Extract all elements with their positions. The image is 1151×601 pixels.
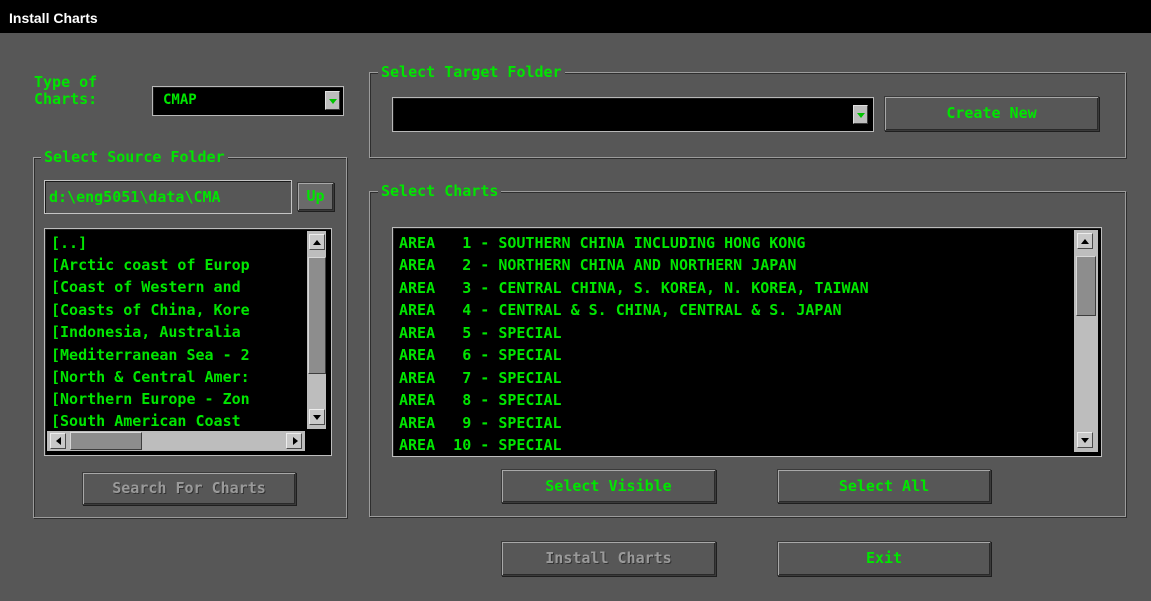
list-item[interactable]: [South American Coast: [51, 412, 241, 430]
list-item[interactable]: [Coast of Western and: [51, 278, 241, 296]
chevron-down-icon[interactable]: [853, 105, 868, 124]
charts-vscroll-thumb[interactable]: [1076, 256, 1096, 316]
exit-button[interactable]: Exit: [777, 541, 991, 576]
select-all-button[interactable]: Select All: [777, 469, 991, 503]
list-item[interactable]: AREA 1 - SOUTHERN CHINA INCLUDING HONG K…: [399, 234, 805, 252]
source-folder-legend: Select Source Folder: [41, 148, 228, 166]
list-item[interactable]: [Arctic coast of Europ: [51, 256, 250, 274]
list-item[interactable]: AREA 10 - SPECIAL: [399, 436, 562, 454]
source-path-field[interactable]: d:\eng5051\data\CMA: [44, 180, 292, 214]
scroll-up-icon[interactable]: [309, 234, 325, 250]
list-item[interactable]: [Northern Europe - Zon: [51, 390, 250, 408]
exit-label: Exit: [865, 549, 903, 567]
list-item[interactable]: AREA 2 - NORTHERN CHINA AND NORTHERN JAP…: [399, 256, 796, 274]
install-charts-button[interactable]: Install Charts: [501, 541, 716, 576]
list-item[interactable]: [Mediterranean Sea - 2: [51, 346, 250, 364]
search-for-charts-label: Search For Charts: [112, 479, 266, 497]
list-item[interactable]: AREA 7 - SPECIAL: [399, 369, 562, 387]
select-charts-legend: Select Charts: [378, 182, 502, 200]
list-item[interactable]: [Indonesia, Australia: [51, 323, 241, 341]
search-for-charts-button[interactable]: Search For Charts: [82, 472, 296, 505]
type-of-charts-label-line2: Charts:: [34, 90, 98, 108]
create-new-label: Create New: [946, 104, 1037, 122]
target-folder-legend: Select Target Folder: [378, 63, 565, 81]
source-vscroll-thumb[interactable]: [308, 257, 326, 374]
chart-type-select[interactable]: CMAP: [152, 86, 344, 116]
title-bar: Install Charts: [0, 0, 1151, 33]
scroll-right-icon[interactable]: [286, 433, 302, 449]
list-item[interactable]: [..]: [51, 234, 87, 252]
target-folder-select[interactable]: [392, 97, 874, 132]
source-folder-list[interactable]: [..] [Arctic coast of Europ [Coast of We…: [44, 228, 332, 456]
list-item[interactable]: [North & Central Amer:: [51, 368, 250, 386]
list-item[interactable]: [Coasts of China, Kore: [51, 301, 250, 319]
list-item[interactable]: AREA 5 - SPECIAL: [399, 324, 562, 342]
list-item[interactable]: AREA 3 - CENTRAL CHINA, S. KOREA, N. KOR…: [399, 279, 869, 297]
select-visible-button[interactable]: Select Visible: [501, 469, 716, 503]
up-button[interactable]: Up: [297, 182, 334, 211]
scroll-left-icon[interactable]: [50, 433, 66, 449]
create-new-button[interactable]: Create New: [884, 96, 1099, 131]
charts-list[interactable]: AREA 1 - SOUTHERN CHINA INCLUDING HONG K…: [392, 227, 1102, 457]
scroll-down-icon[interactable]: [1077, 432, 1093, 448]
chart-type-value: CMAP: [163, 92, 197, 108]
up-button-label: Up: [306, 187, 325, 205]
source-hscroll-thumb[interactable]: [70, 432, 142, 450]
type-of-charts-label-line1: Type of: [34, 73, 98, 91]
list-item[interactable]: AREA 4 - CENTRAL & S. CHINA, CENTRAL & S…: [399, 301, 842, 319]
install-charts-label: Install Charts: [545, 549, 672, 567]
list-item[interactable]: AREA 6 - SPECIAL: [399, 346, 562, 364]
chevron-down-icon[interactable]: [325, 91, 340, 110]
source-path-value: d:\eng5051\data\CMA: [49, 188, 221, 206]
select-all-label: Select All: [838, 477, 930, 495]
window-title: Install Charts: [9, 10, 98, 26]
list-item[interactable]: AREA 9 - SPECIAL: [399, 414, 562, 432]
scroll-down-icon[interactable]: [309, 409, 325, 425]
list-item[interactable]: AREA 8 - SPECIAL: [399, 391, 562, 409]
install-charts-window: Install Charts Type of Charts: CMAP Sele…: [0, 0, 1151, 601]
scroll-up-icon[interactable]: [1077, 233, 1093, 249]
select-visible-label: Select Visible: [545, 477, 672, 495]
